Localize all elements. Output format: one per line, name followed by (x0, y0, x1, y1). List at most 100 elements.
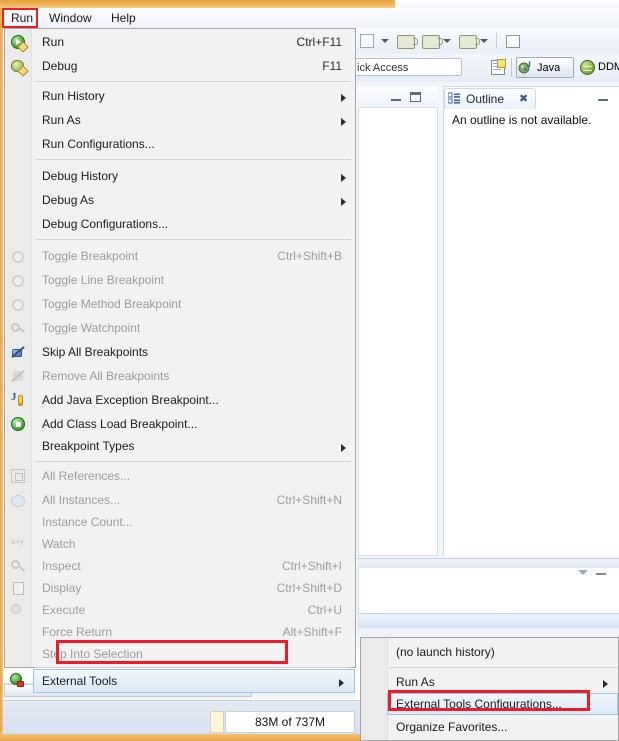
menu-item-accel: Ctrl+Shift+B (277, 249, 342, 263)
heap-indicator-swatch (210, 711, 224, 733)
open-perspective-icon (491, 59, 506, 75)
menu-item-accel: Ctrl+Shift+N (276, 493, 342, 507)
submenu-separator (389, 667, 617, 668)
menu-item-all-instances[interactable]: All Instances... Ctrl+Shift+N (6, 489, 356, 513)
submenu-item-label: External Tools Configurations... (396, 697, 562, 711)
left-view-maximize-icon[interactable] (410, 92, 421, 102)
menu-item-label: Run (42, 35, 65, 49)
menu-item-label: Run Configurations... (42, 137, 155, 151)
outline-minimize-icon[interactable] (598, 96, 608, 101)
lower-panel-minimize-icon[interactable] (596, 570, 606, 575)
menu-item-all-references[interactable]: All References... (6, 465, 356, 489)
toolbar-coffee-icon-1[interactable] (397, 33, 418, 49)
menu-item-add-class-load-breakpoint[interactable]: Add Class Load Breakpoint... (6, 413, 356, 437)
display-icon (11, 581, 27, 597)
menu-separator (35, 239, 351, 240)
menu-item-label: All Instances... (42, 493, 121, 507)
svg-text:J: J (527, 60, 531, 69)
perspective-separator (511, 58, 512, 76)
menu-item-label: Skip All Breakpoints (42, 345, 149, 359)
menu-item-label: Debug Configurations... (42, 217, 169, 231)
toolbar-new-window-icon[interactable] (506, 33, 522, 49)
outline-view-panel (443, 86, 619, 556)
submenu-item-label: Run As (396, 675, 435, 689)
lower-panel-menu-icon[interactable] (578, 570, 588, 575)
menu-item-debug-configurations[interactable]: Debug Configurations... (6, 213, 356, 237)
menu-item-toggle-breakpoint[interactable]: Toggle Breakpoint Ctrl+Shift+B (6, 245, 356, 269)
menu-item-toggle-method-breakpoint[interactable]: Toggle Method Breakpoint (6, 293, 356, 317)
heap-status-text[interactable]: 83M of 737M (225, 711, 355, 733)
lower-panel-footer (358, 628, 619, 637)
menu-item-toggle-watchpoint[interactable]: Toggle Watchpoint (6, 317, 356, 341)
menu-item-label: Run As (42, 113, 81, 127)
menu-item-skip-all-breakpoints[interactable]: Skip All Breakpoints (6, 341, 356, 365)
menu-separator (35, 461, 351, 462)
menu-item-inspect[interactable]: Inspect Ctrl+Shift+I (6, 555, 356, 579)
inspect-icon (11, 559, 27, 575)
menu-item-accel: Ctrl+U (307, 603, 342, 617)
run-menu-highlight-annotation (2, 8, 38, 28)
menu-item-breakpoint-types[interactable]: Breakpoint Types (6, 435, 356, 459)
submenu-item-label: (no launch history) (396, 645, 495, 659)
lower-panel-highlight-row (358, 613, 619, 629)
eclipse-window: Run Window Help ick Access Java J DDM Ou… (0, 0, 619, 741)
chevron-down-icon-3[interactable] (480, 39, 488, 43)
menu-item-step-into-selection[interactable]: Step Into Selection (6, 643, 356, 667)
all-instances-icon (11, 493, 27, 509)
submenu-arrow-icon (341, 198, 346, 206)
outline-empty-message: An outline is not available. (452, 113, 592, 127)
menubar-item-window[interactable]: Window (45, 10, 96, 26)
menu-item-execute[interactable]: Execute Ctrl+U (6, 599, 356, 623)
menu-item-force-return[interactable]: Force Return Alt+Shift+F (6, 621, 356, 645)
java-exception-icon (11, 391, 27, 409)
menu-item-label: Toggle Method Breakpoint (42, 297, 182, 311)
menu-item-accel: Ctrl+Shift+I (281, 559, 342, 573)
menu-item-label: Run History (42, 89, 105, 103)
submenu-item-run-as[interactable]: Run As (362, 671, 618, 695)
chevron-down-icon-1[interactable] (381, 39, 389, 43)
menu-item-label: Remove All Breakpoints (42, 369, 170, 383)
watchpoint-icon (11, 321, 27, 337)
menu-item-debug-history[interactable]: Debug History (6, 165, 356, 189)
menu-item-add-java-exception-breakpoint[interactable]: Add Java Exception Breakpoint... (6, 389, 356, 413)
menu-item-run[interactable]: Run Ctrl+F11 (6, 31, 356, 55)
chevron-down-icon-2[interactable] (443, 39, 451, 43)
quick-access-input[interactable]: ick Access (352, 58, 462, 76)
menu-item-remove-all-breakpoints[interactable]: Remove All Breakpoints (6, 365, 356, 389)
menu-separator (35, 81, 351, 82)
menu-item-debug-as[interactable]: Debug As (6, 189, 356, 213)
menu-item-watch[interactable]: x+y Watch (6, 533, 356, 557)
class-load-icon (11, 417, 27, 433)
skip-breakpoints-icon (11, 345, 27, 361)
breakpoint-icon (11, 249, 27, 265)
submenu-arrow-icon (339, 679, 344, 687)
menu-item-run-configurations[interactable]: Run Configurations... (6, 133, 356, 157)
java-perspective-icon: J (518, 60, 533, 75)
menubar-item-help[interactable]: Help (107, 10, 140, 26)
menu-item-instance-count[interactable]: Instance Count... (6, 511, 356, 535)
left-view-minimize-icon[interactable] (391, 96, 401, 101)
line-breakpoint-icon (11, 273, 27, 289)
toolbar-coffee-icon-2[interactable] (422, 33, 443, 49)
submenu-item-external-tools-configurations[interactable]: External Tools Configurations... (387, 693, 618, 715)
menu-item-debug[interactable]: Debug F11 (6, 55, 356, 79)
menu-item-label: Watch (42, 537, 76, 551)
menu-item-label: All References... (42, 469, 131, 483)
menu-item-run-history[interactable]: Run History (6, 85, 356, 109)
debug-icon (11, 59, 29, 77)
toolbar-coffee-icon-3[interactable] (459, 33, 480, 49)
menu-item-toggle-line-breakpoint[interactable]: Toggle Line Breakpoint (6, 269, 356, 293)
menu-item-run-as[interactable]: Run As (6, 109, 356, 133)
menu-item-label: Debug (42, 59, 78, 73)
menu-item-display[interactable]: Display Ctrl+Shift+D (6, 577, 356, 601)
menu-item-external-tools[interactable]: External Tools (33, 669, 355, 693)
execute-icon (11, 603, 27, 619)
menu-item-label: Toggle Line Breakpoint (42, 273, 165, 287)
submenu-arrow-icon (341, 174, 346, 182)
submenu-item-organize-favorites[interactable]: Organize Favorites... (362, 716, 618, 740)
toolbar-run-icon[interactable] (360, 33, 376, 49)
external-tools-icon (10, 673, 26, 689)
close-icon[interactable]: ✖ (519, 92, 528, 105)
menu-item-label: External Tools (42, 674, 118, 688)
all-references-icon (11, 469, 27, 485)
